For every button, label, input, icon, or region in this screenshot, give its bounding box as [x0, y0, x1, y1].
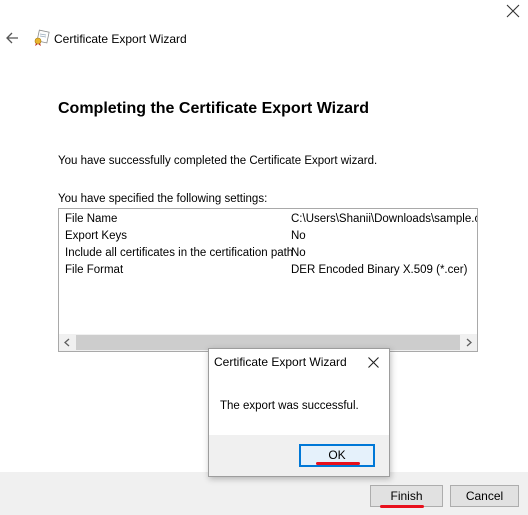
close-icon[interactable]	[506, 4, 520, 18]
back-arrow-icon[interactable]	[5, 31, 19, 45]
settings-row: Include all certificates in the certific…	[59, 247, 477, 264]
cancel-button[interactable]: Cancel	[450, 485, 519, 507]
scroll-left-icon[interactable]	[59, 334, 76, 351]
wizard-footer	[0, 472, 528, 515]
settings-row: Export Keys No	[59, 230, 477, 247]
setting-value: C:\Users\Shanii\Downloads\sample.cer	[291, 213, 478, 225]
settings-table: File Name C:\Users\Shanii\Downloads\samp…	[59, 213, 477, 281]
finish-highlight-underline	[380, 505, 424, 508]
wizard-title: Certificate Export Wizard	[54, 32, 187, 46]
success-dialog: Certificate Export Wizard The export was…	[208, 348, 390, 477]
ok-highlight-underline	[316, 462, 360, 465]
close-icon[interactable]	[368, 357, 379, 368]
settings-list[interactable]: File Name C:\Users\Shanii\Downloads\samp…	[58, 208, 478, 352]
page-heading: Completing the Certificate Export Wizard	[58, 100, 369, 117]
setting-value: DER Encoded Binary X.509 (*.cer)	[291, 264, 468, 276]
dialog-title: Certificate Export Wizard	[214, 355, 347, 369]
settings-row: File Name C:\Users\Shanii\Downloads\samp…	[59, 213, 477, 230]
setting-key: Export Keys	[65, 230, 127, 242]
setting-key: Include all certificates in the certific…	[65, 247, 294, 259]
setting-key: File Format	[65, 264, 124, 276]
dialog-message: The export was successful.	[220, 400, 359, 412]
setting-key: File Name	[65, 213, 118, 225]
success-text: You have successfully completed the Cert…	[58, 155, 378, 167]
settings-row: File Format DER Encoded Binary X.509 (*.…	[59, 264, 477, 281]
certificate-icon	[34, 29, 50, 46]
setting-value: No	[291, 230, 306, 242]
settings-label: You have specified the following setting…	[58, 193, 268, 205]
finish-button[interactable]: Finish	[370, 485, 443, 507]
scroll-right-icon[interactable]	[460, 334, 477, 351]
setting-value: No	[291, 247, 306, 259]
